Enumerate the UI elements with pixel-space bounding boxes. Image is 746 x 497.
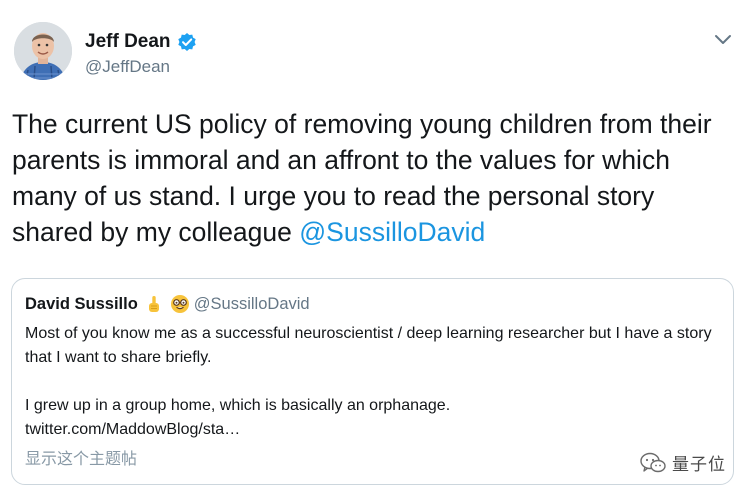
pointing-up-emoji-icon [144,294,164,314]
quoted-tweet-paragraph-2: I grew up in a group home, which is basi… [25,397,451,414]
avatar[interactable] [14,22,72,80]
watermark-text: 量子位 [672,455,726,474]
author-display-name[interactable]: Jeff Dean [85,30,171,54]
avatar-photo [14,22,72,80]
nerd-face-emoji-icon [170,294,190,314]
quoted-author-handle: @SussilloDavid [193,294,310,313]
author-name-row: Jeff Dean [85,30,197,54]
verified-badge-icon [177,32,197,52]
mention-link[interactable]: @SussilloDavid [299,217,485,247]
quoted-author-name: David Sussillo [25,294,138,313]
author-handle[interactable]: @JeffDean [85,56,170,78]
quoted-tweet-card[interactable]: David Sussillo @SussilloDavid Most of yo… [11,278,734,485]
wechat-icon [640,452,666,472]
watermark: 量子位 [640,450,726,475]
show-thread-link[interactable]: 显示这个主题帖 [25,449,137,471]
quoted-tweet-header: David Sussillo @SussilloDavid [25,292,310,316]
quoted-tweet-link[interactable]: twitter.com/MaddowBlog/sta… [25,418,725,442]
tweet-text: The current US policy of removing young … [12,106,732,250]
quoted-tweet-body: Most of you know me as a successful neur… [25,322,725,442]
chevron-down-icon[interactable] [714,34,732,46]
quoted-tweet-paragraph-1: Most of you know me as a successful neur… [25,325,712,366]
